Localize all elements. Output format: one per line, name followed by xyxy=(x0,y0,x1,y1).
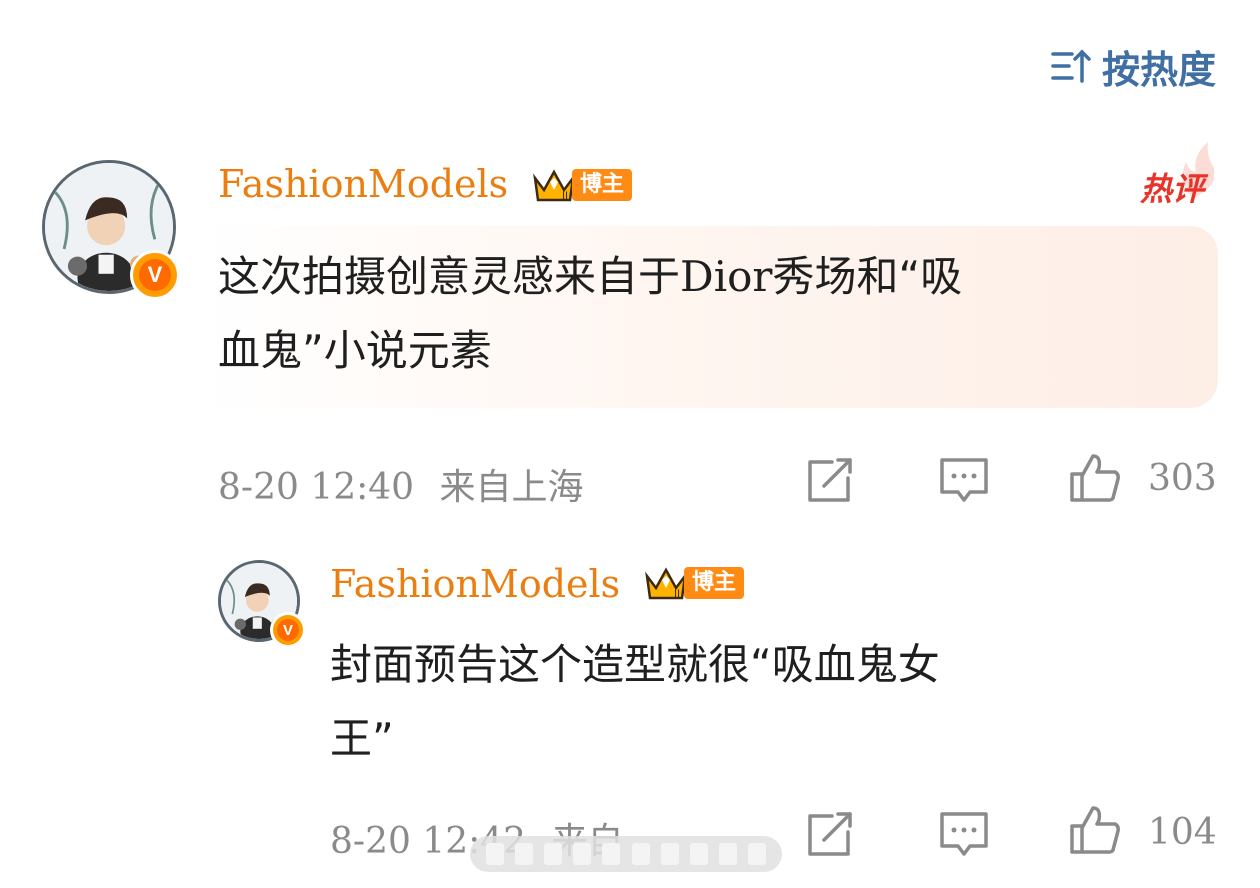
comment-text-line-1: 封面预告这个造型就很“吸血鬼女 xyxy=(330,640,940,689)
comment-location: 来自上海 xyxy=(439,467,584,508)
sort-label: 按热度 xyxy=(1101,47,1216,92)
reply-button[interactable] xyxy=(938,456,990,508)
reply-button[interactable] xyxy=(938,810,990,862)
crown-icon: II xyxy=(533,169,575,202)
like-button[interactable] xyxy=(1068,804,1122,860)
like-icon xyxy=(1070,454,1120,502)
like-count: 104 xyxy=(1148,812,1217,853)
verified-badge-icon: V xyxy=(270,612,306,648)
comment-icon xyxy=(940,458,988,502)
verified-badge-icon: V xyxy=(130,250,180,300)
blogger-badge: II 博主 xyxy=(532,166,633,204)
share-icon xyxy=(808,812,852,856)
sort-icon xyxy=(1051,49,1091,83)
comment-text: 封面预告这个造型就很“吸血鬼女 王” xyxy=(330,628,1210,776)
comment-time: 8-20 12:40 xyxy=(218,467,415,508)
username[interactable]: FashionModels xyxy=(330,562,620,606)
share-button[interactable] xyxy=(804,456,856,508)
blogger-tag: 博主 xyxy=(572,169,633,201)
crown-icon: II xyxy=(645,567,687,600)
comment-text-line-2: 血鬼”小说元素 xyxy=(218,326,492,375)
blogger-badge: II 博主 xyxy=(644,564,745,602)
comment-meta: 8-20 12:40 来自上海 xyxy=(218,458,584,510)
svg-text:II: II xyxy=(674,588,680,600)
like-count: 303 xyxy=(1148,458,1217,499)
comment-text-line-1: 这次拍摄创意灵感来自于Dior秀场和“吸 xyxy=(218,252,963,301)
blogger-tag: 博主 xyxy=(684,567,745,599)
svg-text:II: II xyxy=(562,190,568,202)
sort-by-heat-button[interactable]: 按热度 xyxy=(1050,40,1216,92)
watermark-overlay xyxy=(470,836,782,872)
comment-icon xyxy=(940,812,988,856)
share-button[interactable] xyxy=(804,810,856,862)
username[interactable]: FashionModels xyxy=(218,162,508,206)
hot-comment-label: 热评 xyxy=(1139,170,1204,208)
like-icon xyxy=(1070,806,1120,854)
comment-text: 这次拍摄创意灵感来自于Dior秀场和“吸 血鬼”小说元素 xyxy=(218,240,1208,388)
comment-text-line-2: 王” xyxy=(330,714,394,763)
share-icon xyxy=(808,458,852,502)
like-button[interactable] xyxy=(1068,452,1122,508)
